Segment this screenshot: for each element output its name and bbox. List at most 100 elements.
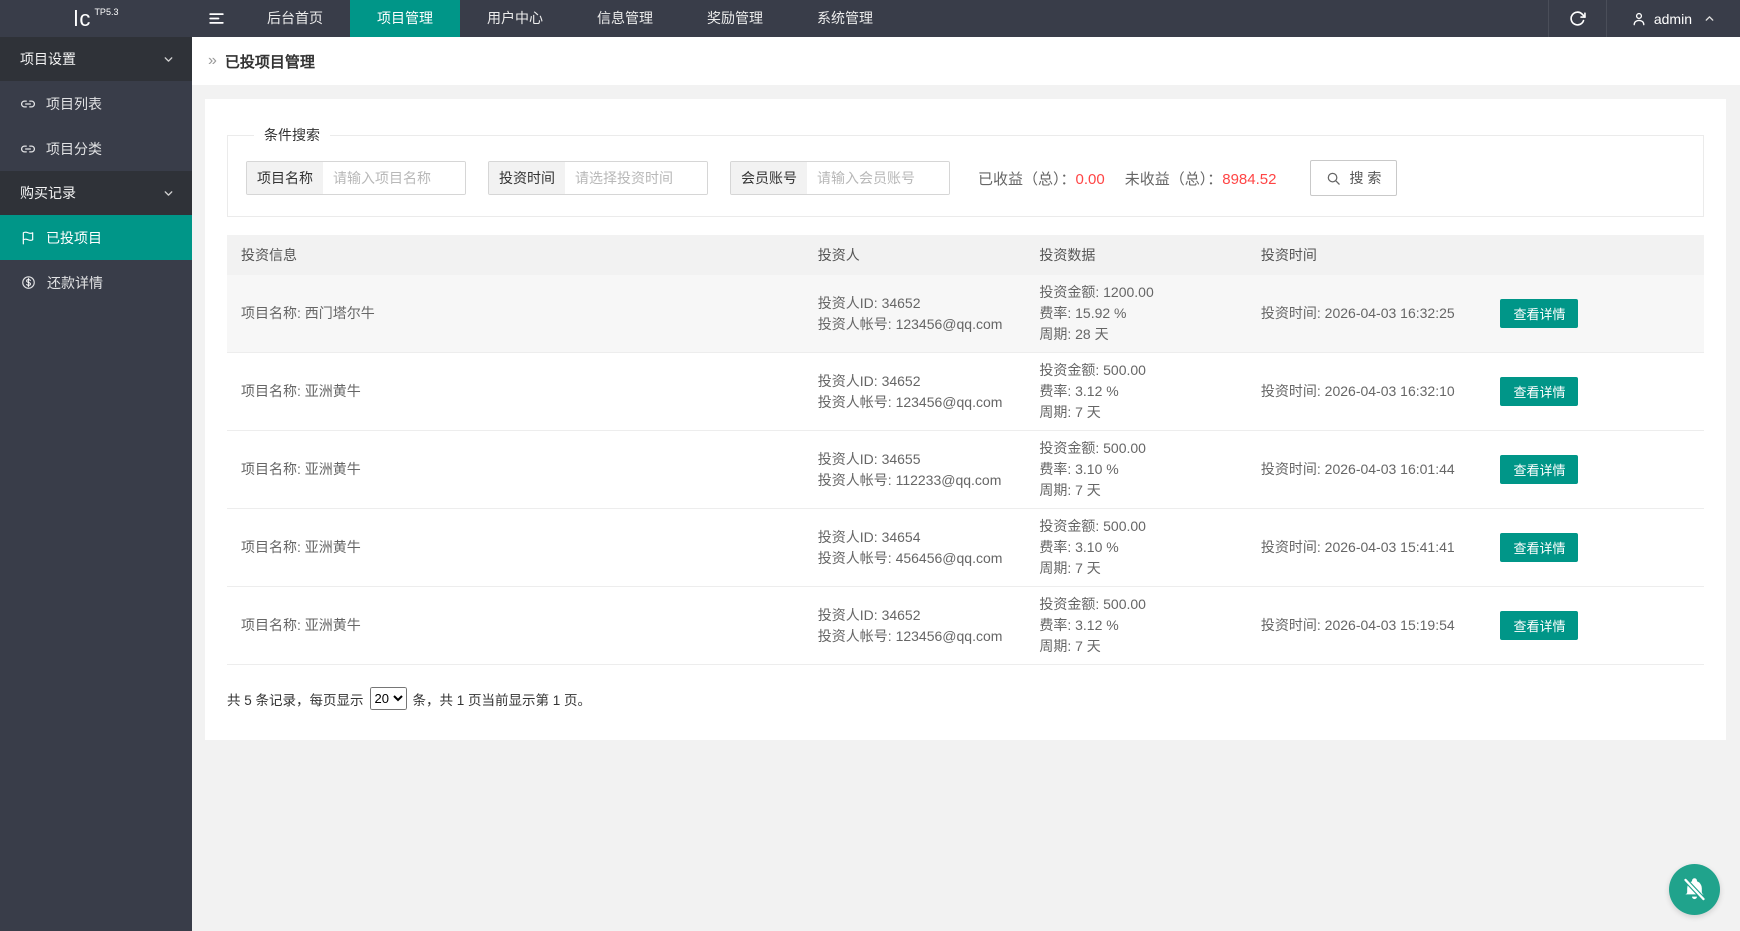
user-menu[interactable]: admin: [1606, 0, 1740, 37]
view-detail-button[interactable]: 查看详情: [1500, 455, 1578, 484]
column-header: 投资人: [818, 245, 1040, 265]
username: admin: [1654, 11, 1692, 27]
refresh-button[interactable]: [1548, 0, 1606, 37]
topnav-item[interactable]: 项目管理: [350, 0, 460, 37]
invest-time-cell: 投资时间: 2026-04-03 15:19:54: [1261, 615, 1483, 636]
investor-id: 投资人ID: 34655: [818, 449, 1040, 470]
sidebar-group-label: 购买记录: [20, 183, 76, 203]
actions-cell: 查看详情: [1482, 533, 1704, 562]
menu-toggle-button[interactable]: [192, 0, 240, 37]
pagination: 共 5 条记录，每页显示 20 条，共 1 页当前显示第 1 页。: [227, 687, 1704, 710]
chevron-down-icon: [162, 187, 175, 200]
logo-version: TP5.3: [94, 7, 118, 17]
investor-id: 投资人ID: 34652: [818, 605, 1040, 626]
project-name-input[interactable]: [323, 162, 465, 194]
sidebar-item[interactable]: 项目列表: [0, 81, 192, 126]
search-icon: [1326, 171, 1341, 186]
project-name-label: 项目名称: [247, 162, 323, 194]
invest-time-cell: 投资时间: 2026-04-03 16:32:25: [1261, 303, 1483, 324]
invest-data-cell: 投资金额: 500.00费率: 3.12 %周期: 7 天: [1039, 360, 1261, 423]
actions-cell: 查看详情: [1482, 455, 1704, 484]
table-row: 项目名称: 亚洲黄牛投资人ID: 34655投资人帐号: 112233@qq.c…: [227, 431, 1704, 509]
investor-cell: 投资人ID: 34652投资人帐号: 123456@qq.com: [818, 371, 1040, 413]
table-row: 项目名称: 亚洲黄牛投资人ID: 34654投资人帐号: 456456@qq.c…: [227, 509, 1704, 587]
breadcrumb: » 已投项目管理: [192, 37, 1740, 85]
investor-account: 投资人帐号: 123456@qq.com: [818, 314, 1040, 335]
sidebar-group-header[interactable]: 项目设置: [0, 37, 192, 81]
invest-data-cell: 投资金额: 500.00费率: 3.10 %周期: 7 天: [1039, 516, 1261, 579]
investor-cell: 投资人ID: 34654投资人帐号: 456456@qq.com: [818, 527, 1040, 569]
total-label: 未收益（总）：: [1125, 171, 1223, 188]
pagination-suffix: 条，共 1 页当前显示第 1 页。: [413, 689, 592, 709]
sidebar-item[interactable]: 项目分类: [0, 126, 192, 171]
invest-time-input[interactable]: [565, 162, 707, 194]
invest-period: 周期: 7 天: [1039, 636, 1261, 657]
view-detail-button[interactable]: 查看详情: [1500, 611, 1578, 640]
search-button-label: 搜 索: [1349, 168, 1381, 188]
investor-account: 投资人帐号: 123456@qq.com: [818, 626, 1040, 647]
sidebar-item-label: 项目列表: [46, 94, 102, 114]
investor-id: 投资人ID: 34654: [818, 527, 1040, 548]
invest-time-label: 投资时间: [489, 162, 565, 194]
invest-data-cell: 投资金额: 1200.00费率: 15.92 %周期: 28 天: [1039, 282, 1261, 345]
topnav-item[interactable]: 后台首页: [240, 0, 350, 37]
actions-cell: 查看详情: [1482, 299, 1704, 328]
invest-amount: 投资金额: 500.00: [1039, 594, 1261, 615]
sidebar-item-label: 还款详情: [47, 273, 103, 293]
notifications-fab-button[interactable]: [1669, 864, 1720, 915]
column-header: 投资数据: [1039, 245, 1261, 265]
search-row: 项目名称 投资时间 会员账号 已收益（总）：0.00 未收益（总）：8984.52 搜…: [246, 160, 1685, 196]
project-name-cell: 项目名称: 亚洲黄牛: [227, 459, 818, 480]
investor-cell: 投资人ID: 34652投资人帐号: 123456@qq.com: [818, 293, 1040, 335]
topnav-item[interactable]: 信息管理: [570, 0, 680, 37]
income-total-stat: 已收益（总）：0.00: [978, 168, 1105, 189]
main-content: » 已投项目管理 条件搜索 项目名称 投资时间 会员账号 已收益（总）：0.00 未收…: [192, 37, 1740, 931]
link-icon: [21, 142, 35, 156]
search-button[interactable]: 搜 索: [1310, 160, 1397, 196]
hamburger-icon: [207, 9, 226, 28]
chevron-down-icon: [162, 53, 175, 66]
sidebar-item[interactable]: 还款详情: [0, 260, 192, 305]
table-row: 项目名称: 亚洲黄牛投资人ID: 34652投资人帐号: 123456@qq.c…: [227, 353, 1704, 431]
invest-data-cell: 投资金额: 500.00费率: 3.12 %周期: 7 天: [1039, 594, 1261, 657]
per-page-select[interactable]: 20: [370, 687, 407, 710]
project-name-cell: 项目名称: 亚洲黄牛: [227, 381, 818, 402]
invest-period: 周期: 7 天: [1039, 480, 1261, 501]
column-header: 投资信息: [227, 245, 818, 265]
app-logo: lc TP5.3: [0, 0, 192, 37]
user-icon: [1631, 11, 1647, 27]
view-detail-button[interactable]: 查看详情: [1500, 299, 1578, 328]
view-detail-button[interactable]: 查看详情: [1500, 533, 1578, 562]
flag-icon: [21, 231, 35, 245]
project-name-cell: 项目名称: 西门塔尔牛: [227, 303, 818, 324]
link-icon: [21, 97, 35, 111]
search-panel-legend: 条件搜索: [254, 125, 330, 145]
invest-amount: 投资金额: 500.00: [1039, 360, 1261, 381]
chevron-up-icon: [1703, 12, 1716, 25]
topbar: lc TP5.3 后台首页项目管理用户中心信息管理奖励管理系统管理: [0, 0, 1740, 37]
invest-period: 周期: 7 天: [1039, 558, 1261, 579]
investor-id: 投资人ID: 34652: [818, 371, 1040, 392]
invest-time-cell: 投资时间: 2026-04-03 16:32:10: [1261, 381, 1483, 402]
search-panel: 条件搜索 项目名称 投资时间 会员账号 已收益（总）：0.00 未收益（总）：8984…: [227, 125, 1704, 217]
bell-off-icon: [1681, 876, 1708, 903]
sidebar-item[interactable]: 已投项目: [0, 215, 192, 260]
invest-amount: 投资金额: 1200.00: [1039, 282, 1261, 303]
project-name-cell: 项目名称: 亚洲黄牛: [227, 615, 818, 636]
topnav-item[interactable]: 用户中心: [460, 0, 570, 37]
invest-period: 周期: 28 天: [1039, 324, 1261, 345]
invest-rate: 费率: 3.12 %: [1039, 381, 1261, 402]
logo-text: lc: [74, 6, 92, 32]
content-card: 条件搜索 项目名称 投资时间 会员账号 已收益（总）：0.00 未收益（总）：8984…: [205, 99, 1726, 740]
investor-cell: 投资人ID: 34655投资人帐号: 112233@qq.com: [818, 449, 1040, 491]
sidebar-group-header[interactable]: 购买记录: [0, 171, 192, 215]
member-account-field-group: 会员账号: [730, 161, 950, 195]
topnav-item[interactable]: 系统管理: [790, 0, 900, 37]
topnav-item[interactable]: 奖励管理: [680, 0, 790, 37]
actions-cell: 查看详情: [1482, 611, 1704, 640]
invest-amount: 投资金额: 500.00: [1039, 516, 1261, 537]
member-account-input[interactable]: [807, 162, 949, 194]
invest-amount: 投资金额: 500.00: [1039, 438, 1261, 459]
income-total-stat: 未收益（总）：8984.52: [1125, 168, 1277, 189]
view-detail-button[interactable]: 查看详情: [1500, 377, 1578, 406]
